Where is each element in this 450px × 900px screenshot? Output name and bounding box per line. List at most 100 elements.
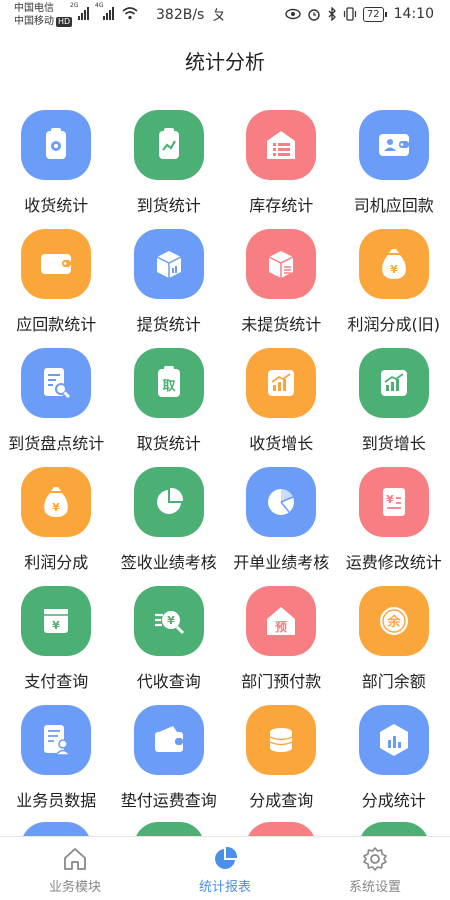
grid-item[interactable]: 分成统计 xyxy=(338,705,450,810)
grid-item[interactable]: 业务员数据 xyxy=(0,705,113,810)
grid-item[interactable]: ¥ 支付查询 xyxy=(0,586,113,691)
svg-text:¥: ¥ xyxy=(390,263,398,276)
grid-item-tile[interactable] xyxy=(21,348,91,418)
bluetooth-icon xyxy=(328,7,336,21)
nav-label: 业务模块 xyxy=(48,880,101,895)
grid-item-tile[interactable]: ¥ xyxy=(358,229,429,299)
svg-text:¥: ¥ xyxy=(52,501,60,514)
grid-item-tile[interactable] xyxy=(246,467,316,537)
grid-item-label: 取货统计 xyxy=(136,434,201,453)
grid-item-label: 收货统计 xyxy=(24,196,89,215)
nav-business-modules[interactable]: 业务模块 xyxy=(0,837,150,900)
network-speed: 382B/s xyxy=(156,7,205,23)
grid-item-tile[interactable]: ¥ xyxy=(133,586,204,656)
grid-item-tile[interactable] xyxy=(133,110,204,180)
grid-item-label: 应回款统计 xyxy=(16,315,97,334)
nav-label: 统计报表 xyxy=(198,880,251,895)
document-search-icon xyxy=(44,368,71,399)
grid-item-tile[interactable]: ¥ xyxy=(358,467,429,537)
grid-item[interactable]: 预部门预付款 xyxy=(225,586,338,691)
status-bar: 中国电信 中国移动 HD 2G 4G 382B/s ㄆ 72 14:10 xyxy=(0,0,450,30)
grid-item[interactable]: 库存统计 xyxy=(225,110,338,215)
grid-item[interactable]: ¥ 利润分成 xyxy=(0,467,113,572)
clock: 14:10 xyxy=(393,6,434,22)
grid-item-tile[interactable] xyxy=(358,110,429,180)
box-chart-icon xyxy=(156,251,181,278)
grid-item-label: 到货增长 xyxy=(361,434,426,453)
yen-card-icon: ¥ xyxy=(44,609,68,633)
grid-item-tile[interactable] xyxy=(246,229,316,299)
growth-chart-icon xyxy=(380,370,407,396)
grid-item[interactable]: 收货增长 xyxy=(225,348,338,453)
grid-item-label: 签收业绩考核 xyxy=(120,553,217,572)
grid-item[interactable]: ¥ 代收查询 xyxy=(113,586,226,691)
grid-item-label: 利润分成 xyxy=(24,553,89,572)
grid-item-label: 支付查询 xyxy=(24,672,89,691)
grid-item-tile[interactable] xyxy=(133,705,204,775)
grid-item[interactable]: 到货增长 xyxy=(338,348,450,453)
grid-item-tile[interactable] xyxy=(21,110,91,180)
grid-item-label: 部门预付款 xyxy=(241,672,322,691)
signal-icon: 2G xyxy=(70,2,89,20)
svg-text:预: 预 xyxy=(275,620,287,634)
grid-item[interactable]: 司机应回款 xyxy=(338,110,450,215)
balance-circle-icon: 余 xyxy=(379,607,408,635)
grid-item-tile[interactable]: 预 xyxy=(246,586,316,656)
grid-item-tile[interactable] xyxy=(246,348,316,418)
grid-item[interactable]: 未提货统计 xyxy=(225,229,338,334)
grid-item-tile[interactable]: 取 xyxy=(133,348,204,418)
grid-item[interactable]: ¥ 运费修改统计 xyxy=(338,467,450,572)
house-prepay-icon: 预 xyxy=(267,607,295,635)
pie-chart-icon xyxy=(156,487,183,514)
grid-item-tile[interactable] xyxy=(246,110,316,180)
grid-item-label: 垫付运费查询 xyxy=(120,791,217,810)
grid-item-tile[interactable] xyxy=(21,705,91,775)
grid-item-label: 未提货统计 xyxy=(241,315,322,334)
nav-system-settings[interactable]: 系统设置 xyxy=(300,837,450,900)
grid-item-tile[interactable] xyxy=(358,348,429,418)
grid-item-label: 部门余额 xyxy=(361,672,426,691)
grid-item-tile[interactable] xyxy=(21,229,91,299)
hd-badge: HD xyxy=(56,17,73,27)
wifi-icon xyxy=(122,7,138,20)
grid-item[interactable]: 垫付运费查询 xyxy=(113,705,226,810)
gear-icon xyxy=(363,847,387,871)
grid-item[interactable]: 余部门余额 xyxy=(338,586,450,691)
grid-item[interactable]: 签收业绩考核 xyxy=(113,467,226,572)
grid-item[interactable]: ¥ 利润分成(旧) xyxy=(338,229,450,334)
grid-item[interactable]: 到货统计 xyxy=(113,110,226,215)
grid-item-tile[interactable]: ¥ xyxy=(21,586,91,656)
wallet-icon xyxy=(41,254,71,274)
grid-item-label: 分成统计 xyxy=(361,791,426,810)
box-lines-icon xyxy=(268,251,294,278)
grid-item-tile[interactable] xyxy=(246,705,316,775)
grid-item-label: 库存统计 xyxy=(249,196,314,215)
grid-item-tile[interactable] xyxy=(358,705,429,775)
grid-item[interactable]: 开单业绩考核 xyxy=(225,467,338,572)
grid-item[interactable]: 应回款统计 xyxy=(0,229,113,334)
carrier-1: 中国电信 xyxy=(14,3,54,14)
warehouse-list-icon xyxy=(267,131,295,159)
signal-icons: 2G 4G xyxy=(70,2,138,20)
grid-item-label: 到货盘点统计 xyxy=(8,434,105,453)
svg-text:¥: ¥ xyxy=(167,614,175,627)
grid-item[interactable]: 到货盘点统计 xyxy=(0,348,113,453)
grid-item-label: 业务员数据 xyxy=(16,791,97,810)
grid-item-label: 提货统计 xyxy=(136,315,201,334)
nav-label: 系统设置 xyxy=(348,880,401,895)
signal-icon: 4G xyxy=(95,2,114,20)
grid-item[interactable]: 取取货统计 xyxy=(113,348,226,453)
vibrate-icon xyxy=(343,7,357,21)
grid-item-tile[interactable]: ¥ xyxy=(21,467,91,537)
nav-statistics-reports[interactable]: 统计报表 xyxy=(150,837,300,900)
bottom-navigation: 业务模块 统计报表 系统设置 xyxy=(0,836,450,900)
grid-item-tile[interactable] xyxy=(133,229,204,299)
grid-item-tile[interactable] xyxy=(133,467,204,537)
grid-item[interactable]: 分成查询 xyxy=(225,705,338,810)
grid-item-tile[interactable]: 余 xyxy=(358,586,429,656)
grid-item[interactable]: 提货统计 xyxy=(113,229,226,334)
grid-item-label: 司机应回款 xyxy=(353,196,434,215)
hexagon-chart-icon xyxy=(379,724,408,756)
grid-item[interactable]: 收货统计 xyxy=(0,110,113,215)
coin-stack-icon xyxy=(269,728,293,752)
